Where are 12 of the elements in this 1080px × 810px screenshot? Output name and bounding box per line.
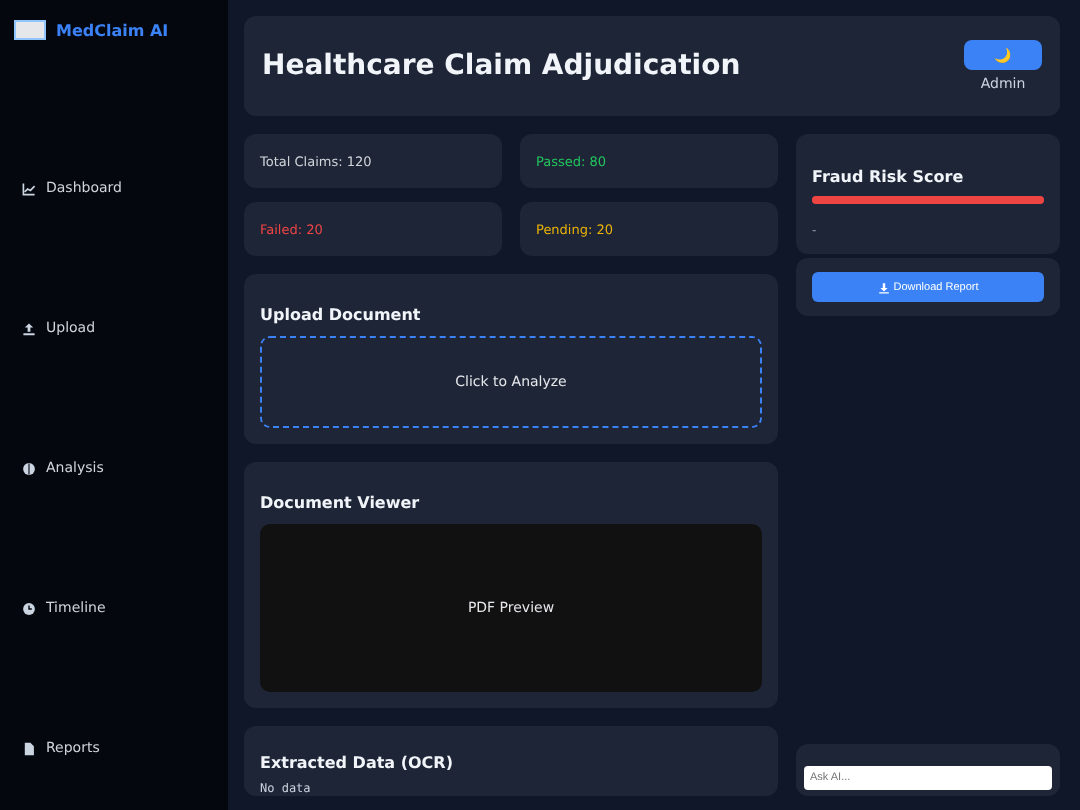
section-title: Fraud Risk Score: [812, 168, 966, 186]
logo-icon: [14, 20, 46, 40]
clock-icon: [22, 601, 36, 615]
section-title: Upload Document: [260, 306, 423, 324]
brand-name: MedClaim AI: [56, 21, 169, 39]
download-icon: [877, 281, 890, 293]
file-icon: [22, 741, 36, 755]
upload-icon: [22, 321, 36, 335]
chart-icon: [22, 181, 36, 195]
section-title: Document Viewer: [260, 494, 422, 512]
page-title: Healthcare Claim Adjudication: [262, 50, 741, 82]
section-title: Extracted Data (OCR): [260, 754, 455, 772]
